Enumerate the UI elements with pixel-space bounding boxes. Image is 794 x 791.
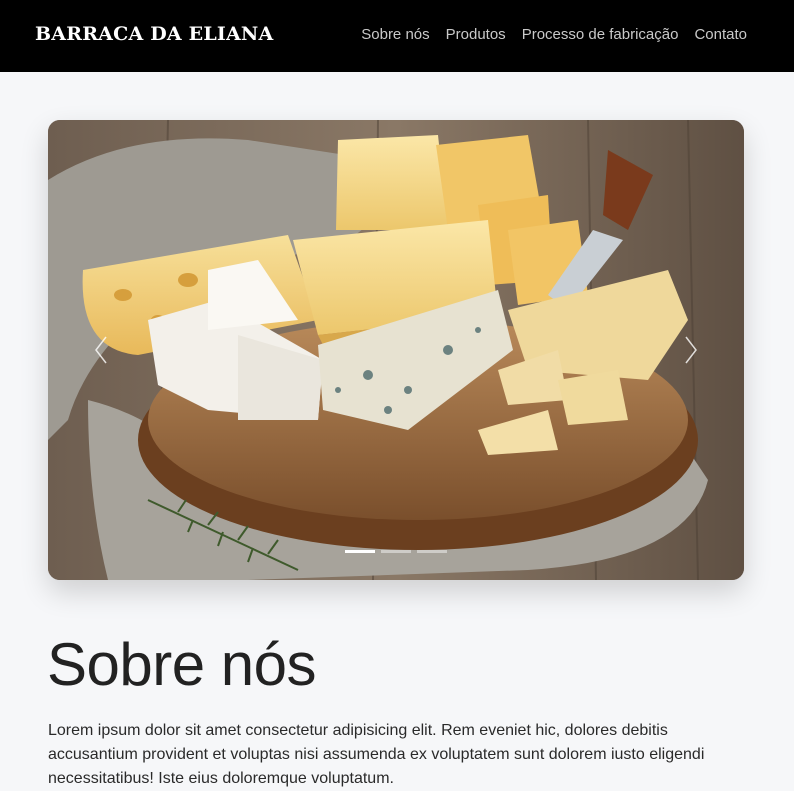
image-carousel — [48, 120, 744, 580]
carousel-prev-button[interactable] — [86, 330, 116, 370]
nav-link-processo-de-fabricacao[interactable]: Processo de fabricação — [522, 26, 679, 43]
carousel-indicator-3[interactable] — [417, 550, 447, 553]
nav-links: Sobre nós Produtos Processo de fabricaçã… — [361, 26, 747, 43]
brand-logo[interactable]: BARRACA DA ELIANA — [35, 23, 273, 45]
carousel-indicators — [345, 550, 447, 553]
about-text: Lorem ipsum dolor sit amet consectetur a… — [48, 722, 705, 787]
nav-link-sobre-nos[interactable]: Sobre nós — [361, 26, 429, 43]
carousel-indicator-2[interactable] — [381, 550, 411, 553]
chevron-right-icon — [685, 336, 697, 364]
navbar: BARRACA DA ELIANA Sobre nós Produtos Pro… — [0, 0, 794, 72]
carousel-next-button[interactable] — [676, 330, 706, 370]
carousel-slide-image — [48, 120, 744, 580]
about-title: Sobre nós — [47, 631, 317, 698]
nav-link-produtos[interactable]: Produtos — [446, 26, 506, 43]
carousel-indicator-1[interactable] — [345, 550, 375, 553]
chevron-left-icon — [95, 336, 107, 364]
nav-link-contato[interactable]: Contato — [694, 26, 747, 43]
